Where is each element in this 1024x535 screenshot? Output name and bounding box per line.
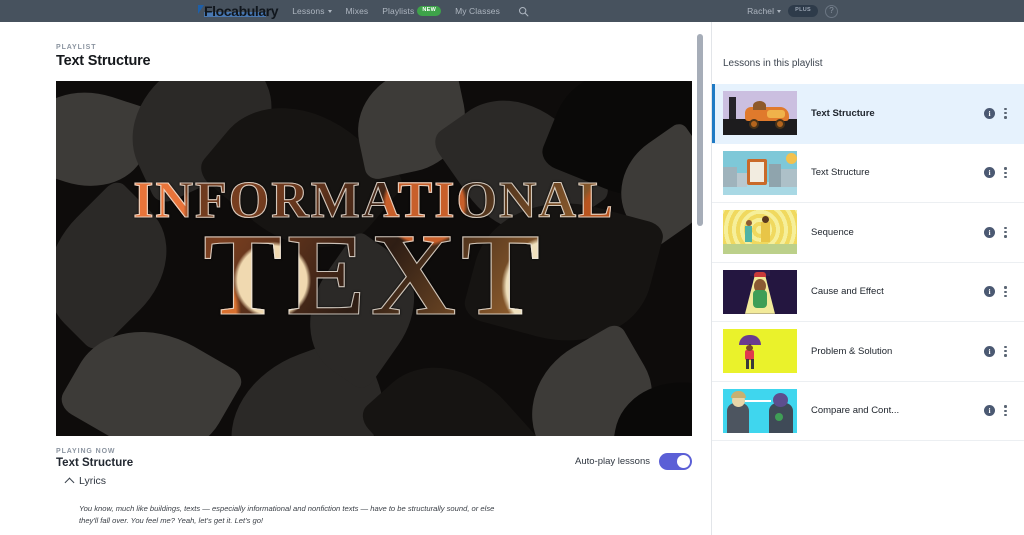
lesson-list-item[interactable]: Compare and Cont... i xyxy=(712,382,1024,441)
lesson-thumbnail xyxy=(723,150,797,195)
autoplay-label: Auto-play lessons xyxy=(575,456,650,467)
lesson-item-actions: i xyxy=(984,286,1007,298)
logo-text: Flocabulary xyxy=(204,3,279,19)
lesson-list-item-label: Text Structure xyxy=(811,167,870,179)
page-body: PLAYLIST Text Structure INFORMATIONAL TE… xyxy=(0,22,1024,535)
nav-item-my-classes[interactable]: My Classes xyxy=(455,6,500,16)
video-title-line-2: TEXT xyxy=(203,208,545,340)
lesson-thumbnail xyxy=(723,329,797,374)
lesson-list-item-label: Problem & Solution xyxy=(811,345,893,357)
page-title: Text Structure xyxy=(56,53,151,69)
lesson-list: Text Structure i Text Structure i Sequen… xyxy=(712,84,1024,441)
flocabulary-logo[interactable]: Flocabulary xyxy=(198,3,279,19)
lesson-item-actions: i xyxy=(984,226,1007,238)
top-navigation-bar: Flocabulary Lessons Mixes Playlists NEW … xyxy=(0,0,1024,22)
help-icon[interactable]: ? xyxy=(825,4,838,18)
lesson-thumbnail xyxy=(723,388,797,433)
nav-item-lessons-label: Lessons xyxy=(292,6,325,16)
nav-item-mixes[interactable]: Mixes xyxy=(346,6,369,16)
chevron-up-icon xyxy=(64,477,75,488)
lesson-list-item-label: Cause and Effect xyxy=(811,286,884,298)
nav-user-group: Rachel PLUS ? xyxy=(747,0,838,22)
lesson-thumbnail xyxy=(723,269,797,314)
nav-item-playlists[interactable]: Playlists NEW xyxy=(382,6,442,16)
lyrics-text: You know, much like buildings, texts — e… xyxy=(79,504,495,526)
nav-item-mixes-label: Mixes xyxy=(345,6,369,16)
info-icon[interactable]: i xyxy=(984,167,995,179)
lesson-thumbnail xyxy=(723,91,797,136)
plus-badge: PLUS xyxy=(788,5,818,17)
autoplay-toggle[interactable] xyxy=(659,453,692,470)
autoplay-toggle-knob xyxy=(677,455,690,468)
page-scrollbar-thumb[interactable] xyxy=(697,34,703,226)
video-player[interactable]: INFORMATIONAL TEXT xyxy=(56,81,692,436)
new-badge: NEW xyxy=(417,6,442,16)
nav-item-playlists-label: Playlists xyxy=(382,6,415,16)
lesson-list-item-label: Compare and Cont... xyxy=(811,405,900,417)
info-icon[interactable]: i xyxy=(984,107,995,119)
kebab-menu-icon[interactable] xyxy=(1004,226,1007,238)
lesson-list-item[interactable]: Sequence i xyxy=(712,203,1024,263)
info-icon[interactable]: i xyxy=(984,226,995,238)
lesson-item-actions: i xyxy=(984,167,1007,179)
nav-item-lessons[interactable]: Lessons xyxy=(292,6,332,16)
playing-now-title: Text Structure xyxy=(56,457,134,469)
kebab-menu-icon[interactable] xyxy=(1004,167,1007,179)
main-content: PLAYLIST Text Structure INFORMATIONAL TE… xyxy=(0,22,711,535)
lesson-list-item[interactable]: Cause and Effect i xyxy=(712,263,1024,322)
playlist-sidebar: Lessons in this playlist Text Structure … xyxy=(712,22,1024,535)
autoplay-control[interactable]: Auto-play lessons xyxy=(575,453,692,470)
lesson-item-actions: i xyxy=(984,107,1007,119)
lesson-item-actions: i xyxy=(984,405,1007,417)
chevron-down-icon xyxy=(327,9,332,13)
lesson-item-actions: i xyxy=(984,345,1007,357)
lesson-list-item[interactable]: Text Structure i xyxy=(712,84,1024,144)
info-icon[interactable]: i xyxy=(984,405,995,417)
video-title-overlay: INFORMATIONAL TEXT xyxy=(56,174,692,340)
lesson-list-item-label: Sequence xyxy=(811,226,854,238)
lesson-list-item[interactable]: Text Structure i xyxy=(712,144,1024,203)
info-icon[interactable]: i xyxy=(984,286,995,298)
lyrics-toggle[interactable]: Lyrics xyxy=(64,475,107,488)
nav-item-my-classes-label: My Classes xyxy=(455,6,500,16)
info-icon[interactable]: i xyxy=(984,345,995,357)
sidebar-heading: Lessons in this playlist xyxy=(723,58,823,69)
nav-center-group: Flocabulary Lessons Mixes Playlists NEW … xyxy=(198,0,529,22)
lesson-thumbnail xyxy=(723,210,797,255)
lesson-list-item[interactable]: Problem & Solution i xyxy=(712,322,1024,382)
playing-now-eyebrow: PLAYING NOW xyxy=(56,448,116,455)
kebab-menu-icon[interactable] xyxy=(1004,345,1007,357)
lesson-list-item-label: Text Structure xyxy=(811,107,875,119)
user-name-label: Rachel xyxy=(747,6,775,16)
lyrics-toggle-label: Lyrics xyxy=(79,475,107,487)
kebab-menu-icon[interactable] xyxy=(1004,107,1007,119)
kebab-menu-icon[interactable] xyxy=(1004,405,1007,417)
search-icon[interactable] xyxy=(518,6,529,17)
playlist-eyebrow: PLAYLIST xyxy=(56,44,97,51)
kebab-menu-icon[interactable] xyxy=(1004,286,1007,298)
chevron-down-icon xyxy=(777,9,782,13)
user-menu[interactable]: Rachel xyxy=(747,6,782,16)
